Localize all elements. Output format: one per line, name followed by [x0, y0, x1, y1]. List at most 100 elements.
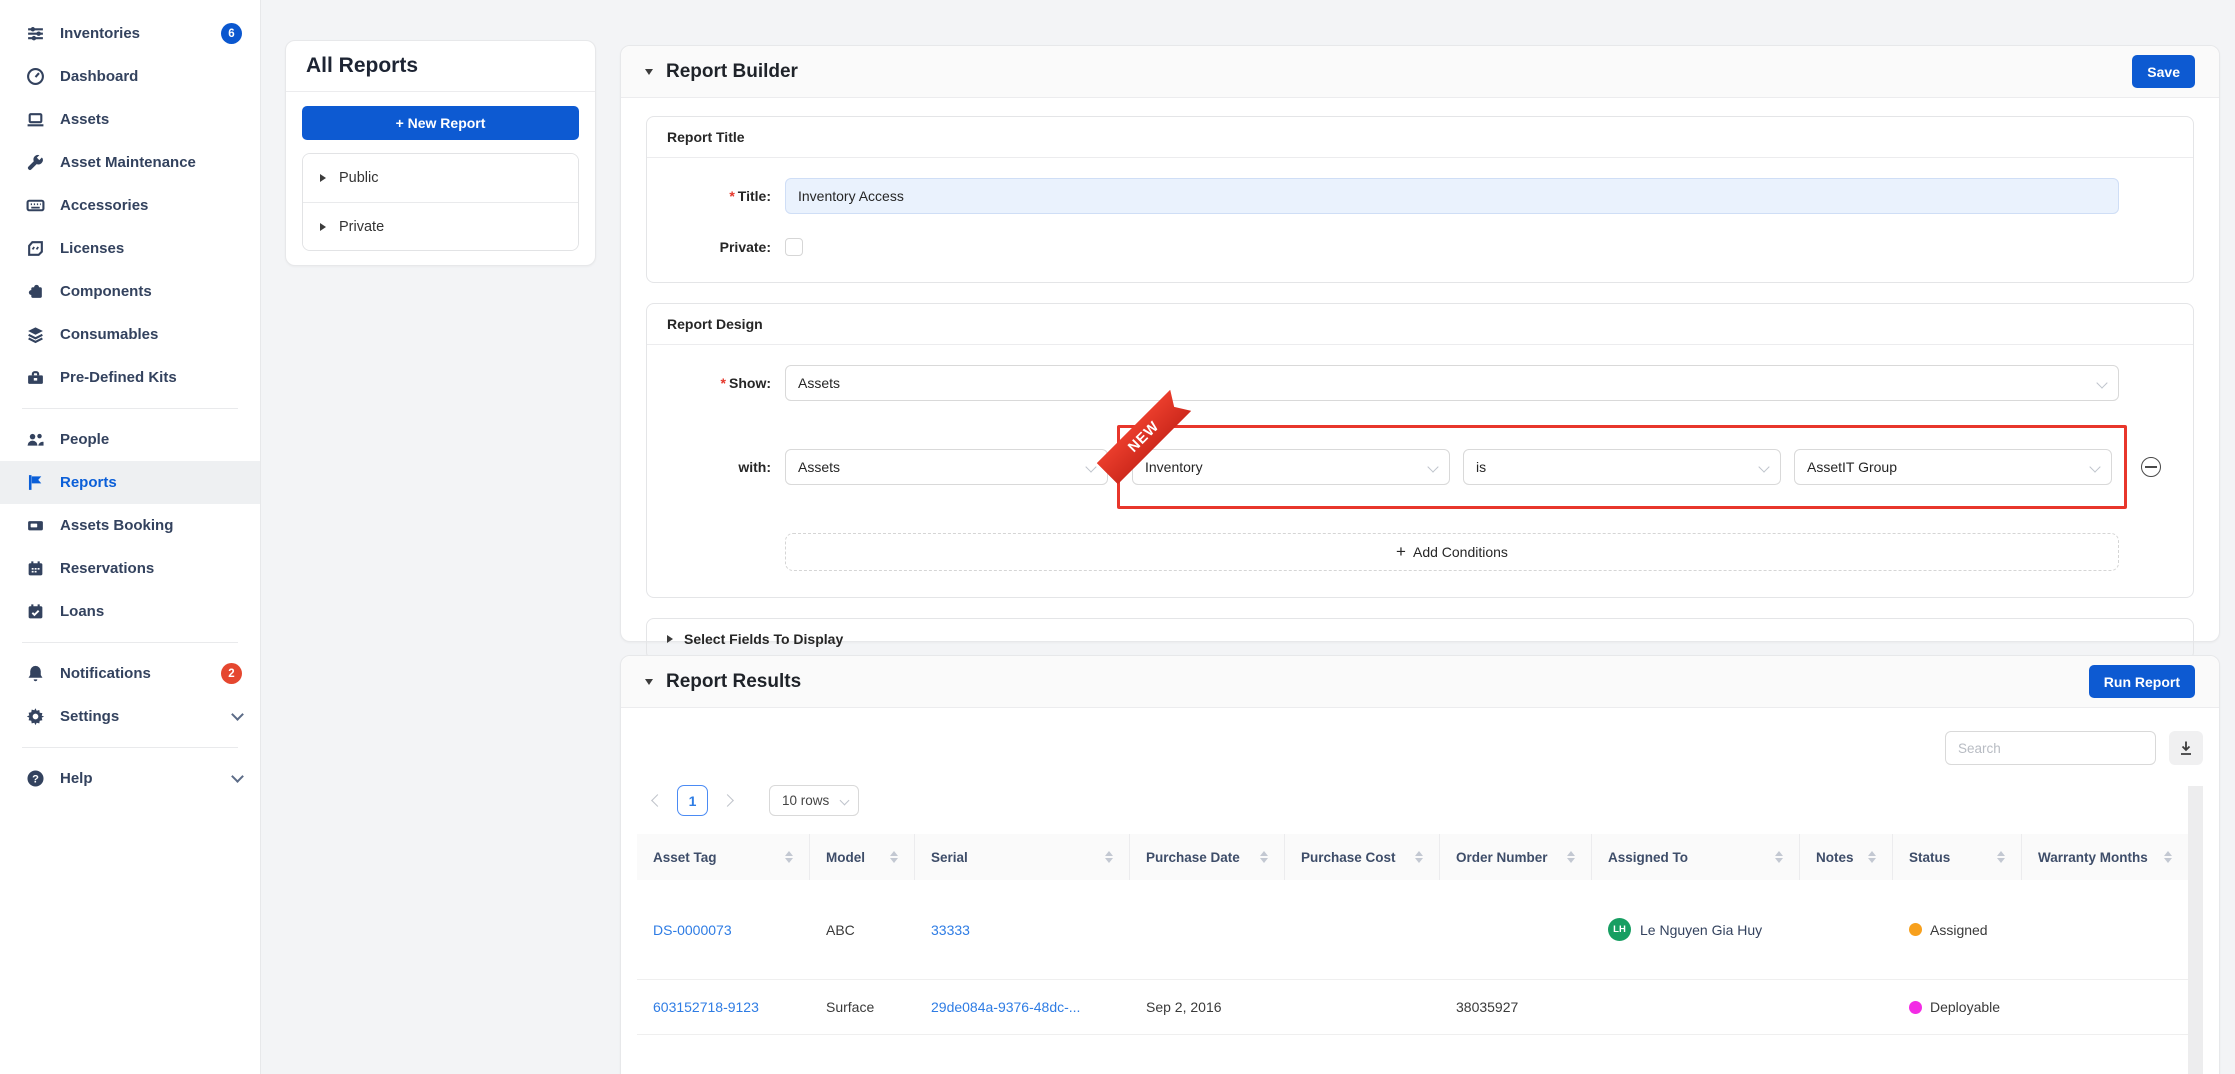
sidebar-item-reports[interactable]: Reports: [0, 461, 260, 504]
report-group-label: Public: [339, 170, 379, 186]
condition-value-select[interactable]: AssetIT Group: [1794, 449, 2112, 485]
column-header[interactable]: Model: [810, 834, 915, 880]
asset-tag-link[interactable]: 603152718-9123: [653, 999, 759, 1015]
page-number[interactable]: 1: [677, 785, 708, 816]
sidebar-item-accessories[interactable]: Accessories: [0, 184, 260, 227]
prev-page-button[interactable]: [651, 794, 664, 807]
chevron-down-icon: [2096, 377, 2107, 388]
purchase-cost-cell: [1285, 880, 1440, 979]
booking-card-icon: [25, 516, 45, 536]
run-report-button[interactable]: Run Report: [2089, 665, 2195, 698]
with-select[interactable]: Assets: [785, 449, 1108, 485]
sidebar-divider: [22, 747, 238, 748]
sidebar-item-assets[interactable]: Assets: [0, 98, 260, 141]
model-cell: ABC: [810, 880, 915, 979]
sidebar-item-label: Consumables: [60, 326, 158, 343]
save-button[interactable]: Save: [2132, 55, 2195, 88]
add-conditions-button[interactable]: + Add Conditions: [785, 533, 2119, 571]
sidebar-item-people[interactable]: People: [0, 418, 260, 461]
sidebar-item-help[interactable]: ? Help: [0, 757, 260, 800]
purchase-cost-cell: [1285, 980, 1440, 1034]
serial-link[interactable]: 29de084a-9376-48dc-...: [931, 999, 1080, 1015]
sort-icon[interactable]: [1097, 851, 1113, 863]
serial-link[interactable]: 33333: [931, 922, 970, 938]
next-page-button[interactable]: [721, 794, 734, 807]
rows-per-page-select[interactable]: 10 rows: [769, 785, 859, 816]
report-group-public[interactable]: Public: [303, 154, 578, 202]
sidebar-item-asset-maintenance[interactable]: Asset Maintenance: [0, 141, 260, 184]
report-title-input[interactable]: [785, 178, 2119, 214]
sort-icon[interactable]: [1989, 851, 2005, 863]
new-report-button[interactable]: + New Report: [302, 106, 579, 140]
sort-icon[interactable]: [2156, 851, 2172, 863]
sidebar-item-label: Assets: [60, 111, 109, 128]
download-button[interactable]: [2169, 731, 2203, 765]
purchase-date-cell: Sep 2, 2016: [1130, 980, 1285, 1034]
sort-icon[interactable]: [777, 851, 793, 863]
column-header[interactable]: Notes: [1800, 834, 1893, 880]
report-builder-header[interactable]: Report Builder Save: [621, 46, 2219, 98]
condition-field-select[interactable]: Inventory: [1132, 449, 1450, 485]
sidebar-item-licenses[interactable]: Licenses: [0, 227, 260, 270]
column-header[interactable]: Warranty Months: [2022, 834, 2188, 880]
sidebar-item-dashboard[interactable]: Dashboard: [0, 55, 260, 98]
sort-icon[interactable]: [1860, 851, 1876, 863]
report-results-panel: Report Results Run Report 1 10 rows Asse…: [620, 655, 2220, 1074]
with-select-value: Assets: [798, 459, 840, 475]
sidebar-item-components[interactable]: Components: [0, 270, 260, 313]
search-input[interactable]: [1945, 731, 2156, 765]
results-table: Asset Tag Model Serial Purchase Date Pur…: [637, 834, 2188, 1035]
column-header[interactable]: Asset Tag: [637, 834, 810, 880]
column-header[interactable]: Order Number: [1440, 834, 1592, 880]
order-number-cell: [1440, 880, 1592, 979]
column-header[interactable]: Purchase Cost: [1285, 834, 1440, 880]
show-select[interactable]: Assets: [785, 365, 2119, 401]
wrench-icon: [25, 153, 45, 173]
column-header[interactable]: Assigned To: [1592, 834, 1800, 880]
sidebar-item-settings[interactable]: Settings: [0, 695, 260, 738]
calendar-check-icon: [25, 602, 45, 622]
inventories-icon: [25, 24, 45, 44]
sort-icon[interactable]: [1407, 851, 1423, 863]
asset-tag-link[interactable]: DS-0000073: [653, 922, 732, 938]
sidebar-item-label: Reports: [60, 474, 117, 491]
select-fields-label: Select Fields To Display: [684, 631, 843, 647]
sidebar: Inventories 6 Dashboard Assets Asset Mai…: [0, 0, 261, 1074]
private-checkbox[interactable]: [785, 238, 803, 256]
caret-right-icon: [320, 223, 326, 231]
results-toolbar: [621, 708, 2219, 765]
sidebar-item-inventories[interactable]: Inventories 6: [0, 12, 260, 55]
sidebar-item-notifications[interactable]: Notifications 2: [0, 652, 260, 695]
sidebar-item-pre-defined-kits[interactable]: Pre-Defined Kits: [0, 356, 260, 399]
column-header[interactable]: Purchase Date: [1130, 834, 1285, 880]
private-label: Private:: [647, 239, 785, 255]
all-reports-panel: All Reports + New Report Public Private: [285, 40, 596, 266]
inventories-badge: 6: [221, 23, 242, 44]
sidebar-divider: [22, 642, 238, 643]
select-fields-toggle[interactable]: Select Fields To Display: [646, 618, 2194, 660]
sidebar-item-label: Components: [60, 283, 152, 300]
sort-icon[interactable]: [1559, 851, 1575, 863]
column-header[interactable]: Serial: [915, 834, 1130, 880]
add-conditions-label: Add Conditions: [1413, 544, 1508, 560]
sort-icon[interactable]: [1767, 851, 1783, 863]
report-group-private[interactable]: Private: [303, 202, 578, 250]
chevron-down-icon: [2089, 461, 2100, 472]
sort-icon[interactable]: [882, 851, 898, 863]
show-label: *Show:: [647, 375, 785, 391]
sidebar-item-consumables[interactable]: Consumables: [0, 313, 260, 356]
sidebar-item-reservations[interactable]: Reservations: [0, 547, 260, 590]
remove-condition-button[interactable]: [2141, 457, 2161, 477]
status-cell: Assigned: [1893, 880, 2022, 979]
sidebar-item-assets-booking[interactable]: Assets Booking: [0, 504, 260, 547]
report-results-header[interactable]: Report Results Run Report: [621, 656, 2219, 708]
condition-operator-select[interactable]: is: [1463, 449, 1781, 485]
table-scrollbar[interactable]: [2188, 786, 2203, 1074]
table-header-row: Asset Tag Model Serial Purchase Date Pur…: [637, 834, 2188, 880]
chevron-down-icon: [1758, 461, 1769, 472]
column-header[interactable]: Status: [1893, 834, 2022, 880]
sort-icon[interactable]: [1252, 851, 1268, 863]
all-reports-title: All Reports: [286, 41, 595, 92]
notes-cell: [1800, 880, 1893, 979]
sidebar-item-loans[interactable]: Loans: [0, 590, 260, 633]
